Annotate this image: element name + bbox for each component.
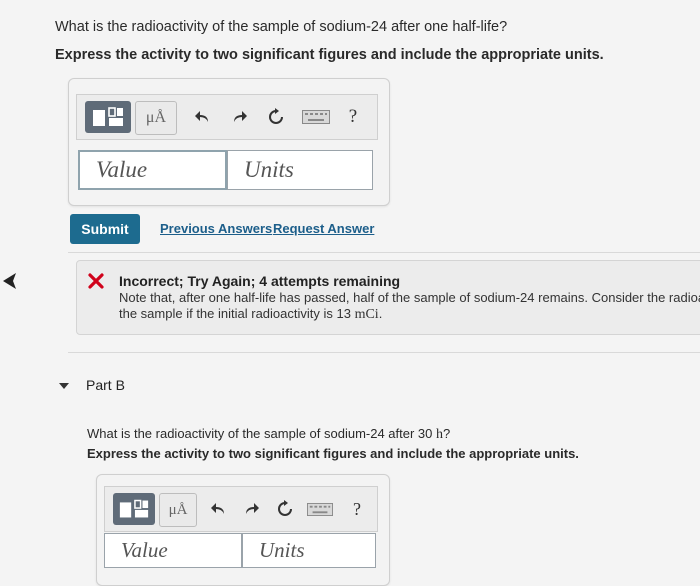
request-answer-link[interactable]: Request Answer — [273, 221, 374, 236]
reset-icon — [278, 500, 292, 516]
section-divider — [68, 352, 700, 353]
feedback-note-text: the sample if the initial radioactivity … — [119, 306, 351, 321]
feedback-box: Incorrect; Try Again; 4 attempts remaini… — [76, 260, 700, 335]
reset-button[interactable] — [262, 103, 290, 131]
mu-angstrom-label: μÅ — [145, 109, 167, 126]
undo-button[interactable] — [205, 495, 233, 523]
units-symbol-button[interactable]: μÅ — [135, 101, 177, 135]
undo-icon — [195, 111, 208, 122]
units-placeholder: Units — [244, 157, 294, 182]
redo-icon — [246, 503, 259, 514]
feedback-note-end: . — [378, 306, 383, 321]
feedback-note-line1: Note that, after one half-life has passe… — [119, 290, 700, 305]
keyboard-button[interactable] — [303, 495, 337, 523]
part-a-units-input[interactable]: Units — [227, 150, 373, 190]
value-placeholder: Value — [96, 157, 148, 182]
help-button[interactable]: ? — [339, 103, 367, 131]
undo-button[interactable] — [189, 103, 217, 131]
keyboard-button[interactable] — [299, 103, 333, 131]
keyboard-icon — [302, 110, 330, 124]
units-symbol-button[interactable]: μÅ — [159, 493, 197, 527]
part-b-question-end: ? — [443, 426, 451, 441]
part-a-toolbar: μÅ ? — [76, 94, 378, 140]
undo-icon — [211, 503, 224, 514]
redo-button[interactable] — [237, 495, 265, 523]
help-icon: ? — [348, 106, 358, 127]
mu-angstrom-label: μÅ — [168, 501, 188, 518]
part-a-value-input[interactable]: Value — [78, 150, 227, 190]
part-b-instruction: Express the activity to two significant … — [87, 446, 579, 461]
part-b-toolbar: μÅ ? — [104, 486, 378, 532]
units-placeholder: Units — [259, 538, 305, 562]
reset-button[interactable] — [271, 495, 299, 523]
feedback-note-line2: the sample if the initial radioactivity … — [119, 306, 382, 323]
part-a-question: What is the radioactivity of the sample … — [55, 19, 508, 35]
help-button[interactable]: ? — [343, 495, 371, 523]
chevron-down-icon — [59, 383, 69, 389]
templates-icon — [119, 499, 149, 518]
part-b-question-text: What is the radioactivity of the sample … — [87, 426, 433, 441]
templates-button[interactable] — [113, 493, 155, 525]
previous-answers-link[interactable]: Previous Answers — [160, 221, 272, 236]
part-b-collapse-toggle[interactable] — [58, 378, 70, 396]
part-b-question: What is the radioactivity of the sample … — [87, 426, 450, 443]
templates-icon — [93, 107, 123, 126]
redo-button[interactable] — [225, 103, 253, 131]
keyboard-icon — [307, 502, 333, 516]
part-b-title: Part B — [86, 377, 125, 393]
reset-icon — [269, 108, 283, 124]
part-b-units-input[interactable]: Units — [242, 533, 376, 568]
part-a-instruction: Express the activity to two significant … — [55, 47, 604, 63]
feedback-note-unit: mCi — [354, 307, 379, 322]
part-b-value-input[interactable]: Value — [104, 533, 242, 568]
value-placeholder: Value — [121, 538, 168, 562]
incorrect-icon — [88, 273, 104, 294]
mouse-cursor-icon — [2, 272, 18, 295]
feedback-status: Incorrect; Try Again; 4 attempts remaini… — [119, 273, 401, 289]
section-divider — [68, 252, 700, 253]
redo-icon — [234, 111, 247, 122]
submit-button[interactable]: Submit — [70, 214, 140, 244]
help-icon: ? — [353, 498, 361, 519]
templates-button[interactable] — [85, 101, 131, 133]
part-b-question-unit: h — [436, 427, 444, 442]
